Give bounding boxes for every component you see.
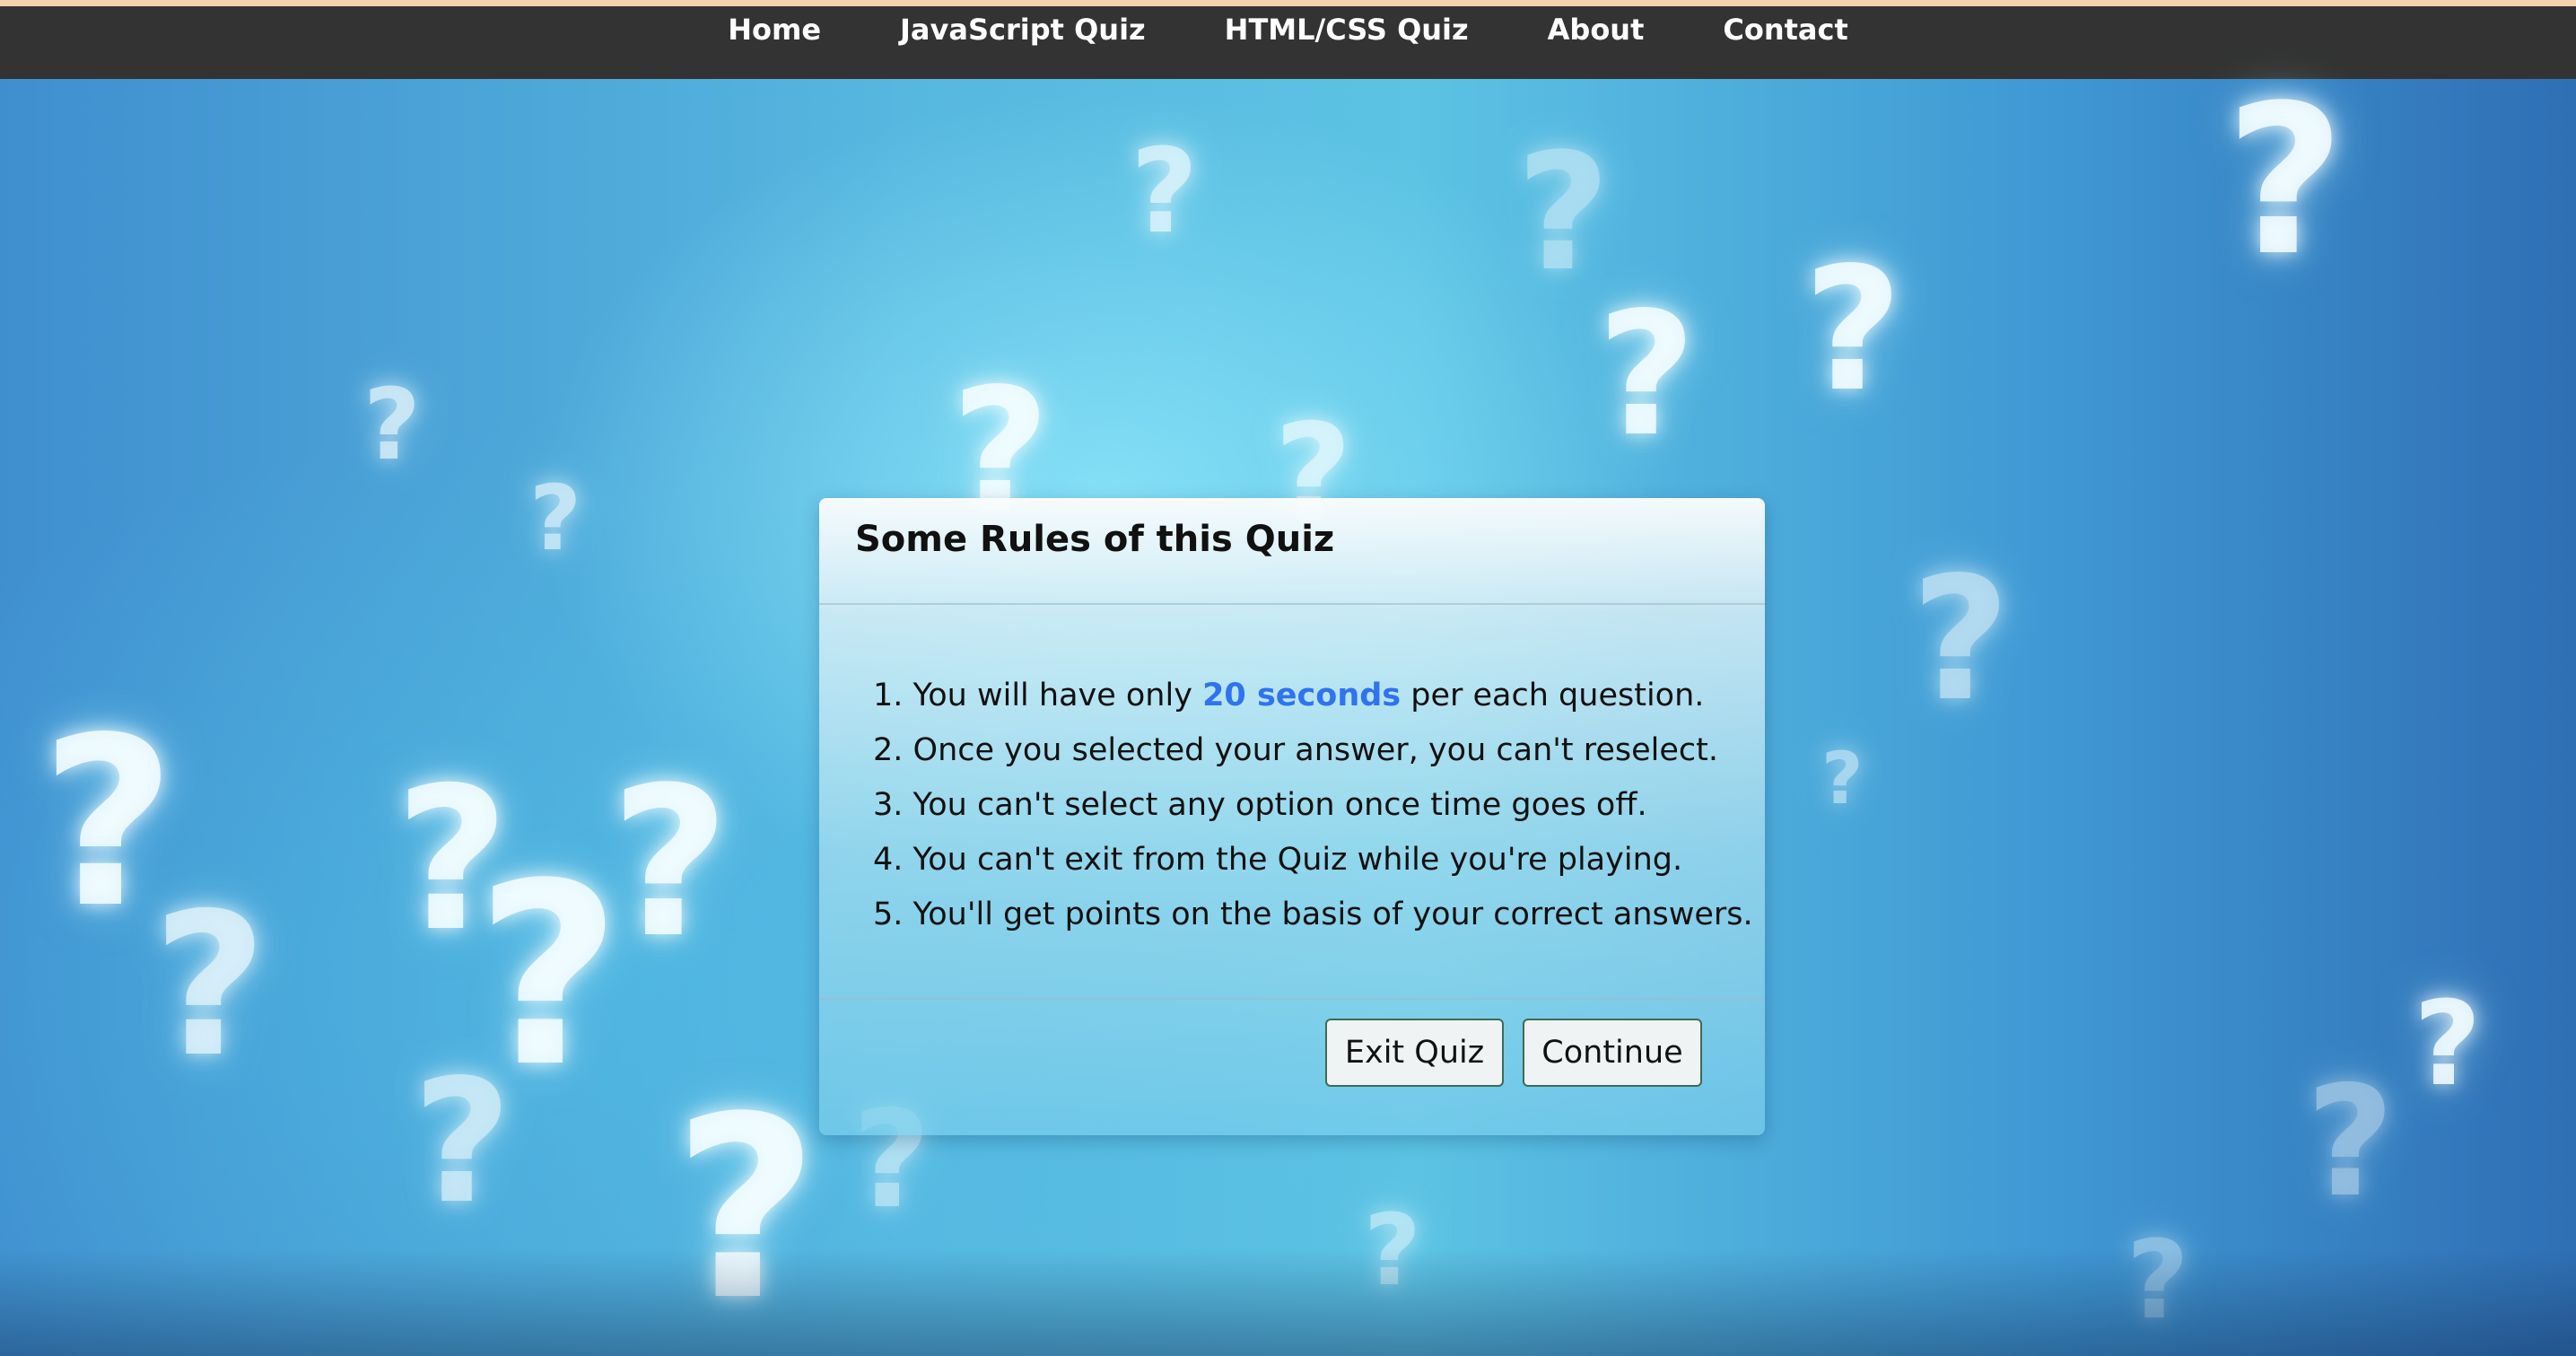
rule-item: 5. You'll get points on the basis of you… [873,897,1753,932]
top-accent-bar [0,0,2576,6]
question-mark-decoration: ? [413,1043,512,1241]
nav-html-css-quiz-link[interactable]: HTML/CSS Quiz [1225,6,1469,44]
header-divider [819,603,1765,605]
rule-item: 1. You will have only 20 seconds per eac… [873,669,1753,723]
navbar: Home JavaScript Quiz HTML/CSS Quiz About… [0,6,2576,79]
rule-text: per each question. [1401,678,1705,713]
question-mark-decoration: ? [1821,737,1864,820]
nav-home-link[interactable]: Home [728,6,821,44]
question-mark-decoration: ? [1131,123,1199,259]
question-mark-decoration: ? [2414,975,2482,1112]
question-mark-decoration: ? [2306,1054,2395,1231]
question-mark-decoration: ? [610,744,730,984]
question-mark-decoration: ? [529,466,582,571]
question-mark-decoration: ? [1597,276,1697,474]
quiz-rules-dialog: Some Rules of this Quiz 1. You will have… [819,498,1765,1135]
rule-item: 2. Once you selected your answer, you ca… [873,732,1718,768]
exit-quiz-button[interactable]: Exit Quiz [1325,1019,1504,1087]
nav-javascript-quiz-link[interactable]: JavaScript Quiz [900,6,1146,44]
rules-list: 1. You will have only 20 seconds per eac… [873,669,1753,942]
question-mark-decoration: ? [363,367,421,482]
rule-item: 4. You can't exit from the Quiz while yo… [873,842,1683,878]
question-mark-decoration: ? [1803,231,1903,429]
rule-text: 1. You will have only [873,678,1203,713]
background-bottom-shade [0,1248,2576,1356]
question-mark-decoration: ? [153,870,267,1100]
continue-button[interactable]: Continue [1523,1019,1702,1087]
nav-about-link[interactable]: About [1548,6,1645,44]
question-mark-decoration: ? [2225,62,2345,302]
dialog-title: Some Rules of this Quiz [855,519,1335,560]
question-mark-decoration: ? [1516,119,1611,307]
question-mark-decoration: ? [1911,540,2011,739]
nav-contact-link[interactable]: Contact [1723,6,1847,44]
rule-item: 3. You can't select any option once time… [873,787,1647,823]
time-limit-highlight: 20 seconds [1202,678,1402,713]
footer-divider [819,998,1765,1000]
